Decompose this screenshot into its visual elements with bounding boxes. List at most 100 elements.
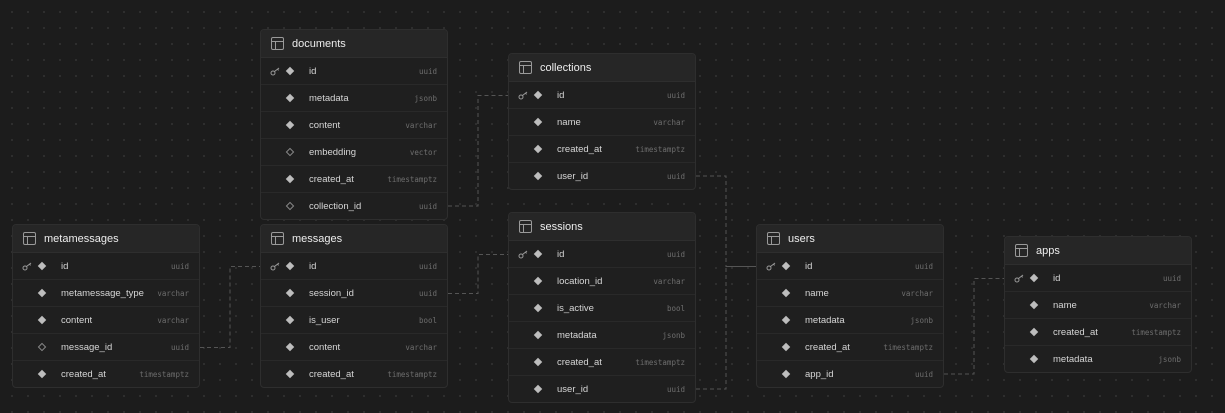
column-row-session-id[interactable]: session_id uuid [261, 280, 447, 307]
filled-diamond-icon [284, 112, 295, 138]
column-row-metadata[interactable]: metadata jsonb [509, 322, 695, 349]
column-row-id[interactable]: id uuid [1005, 265, 1191, 292]
column-name: id [805, 260, 813, 272]
column-type: uuid [418, 66, 437, 76]
filled-diamond-icon [532, 268, 543, 294]
filled-diamond-icon [780, 334, 791, 360]
column-row-is-user[interactable]: is_user bool [261, 307, 447, 334]
key-slot [765, 334, 778, 360]
filled-diamond-icon [284, 280, 295, 306]
column-name: name [805, 287, 829, 299]
key-slot [517, 136, 530, 162]
column-row-created-at[interactable]: created_at timestamptz [261, 166, 447, 193]
table-grid-icon [519, 61, 532, 74]
column-name: content [309, 119, 341, 131]
column-type: uuid [914, 261, 933, 271]
key-slot [269, 112, 282, 138]
column-row-name[interactable]: name varchar [509, 109, 695, 136]
column-row-id[interactable]: id uuid [509, 241, 695, 268]
column-name: id [557, 89, 565, 101]
filled-diamond-icon [780, 280, 791, 306]
column-row-id[interactable]: id uuid [261, 58, 447, 85]
column-row-created-at[interactable]: created_at timestamptz [1005, 319, 1191, 346]
column-row-content[interactable]: content varchar [13, 307, 199, 334]
column-row-message-id[interactable]: message_id uuid [13, 334, 199, 361]
column-row-id[interactable]: id uuid [261, 253, 447, 280]
column-row-is-active[interactable]: is_active bool [509, 295, 695, 322]
table-header[interactable]: collections [509, 54, 695, 82]
table-header[interactable]: users [757, 225, 943, 253]
column-name: created_at [805, 341, 850, 353]
column-row-created-at[interactable]: created_at timestamptz [509, 136, 695, 163]
table-collections[interactable]: collections id uuid name varchar created_at t… [508, 53, 696, 190]
key-slot [269, 361, 282, 387]
column-row-name[interactable]: name varchar [757, 280, 943, 307]
table-metamessages[interactable]: metamessages id uuid metamessage_type varch… [12, 224, 200, 388]
column-row-created-at[interactable]: created_at timestamptz [261, 361, 447, 387]
table-apps[interactable]: apps id uuid name varchar created_at timestam… [1004, 236, 1192, 373]
table-header[interactable]: apps [1005, 237, 1191, 265]
column-type: timestamptz [139, 369, 189, 379]
key-slot [1013, 319, 1026, 345]
table-name: documents [292, 37, 346, 50]
key-icon [1013, 265, 1026, 291]
table-header[interactable]: sessions [509, 213, 695, 241]
column-row-metadata[interactable]: metadata jsonb [261, 85, 447, 112]
column-row-metadata[interactable]: metadata jsonb [757, 307, 943, 334]
filled-diamond-icon [532, 136, 543, 162]
key-slot [21, 280, 34, 306]
table-name: apps [1036, 244, 1060, 257]
column-row-location-id[interactable]: location_id varchar [509, 268, 695, 295]
column-row-created-at[interactable]: created_at timestamptz [13, 361, 199, 387]
relation-line-sessions-user-id [696, 266, 756, 390]
column-type: timestamptz [635, 357, 685, 367]
table-sessions[interactable]: sessions id uuid location_id varchar is_acti… [508, 212, 696, 403]
column-row-content[interactable]: content varchar [261, 334, 447, 361]
column-row-created-at[interactable]: created_at timestamptz [757, 334, 943, 361]
outline-diamond-icon [284, 193, 295, 219]
column-type: varchar [653, 276, 685, 286]
column-row-id[interactable]: id uuid [13, 253, 199, 280]
table-header[interactable]: metamessages [13, 225, 199, 253]
column-row-user-id[interactable]: user_id uuid [509, 376, 695, 402]
column-name: metadata [1053, 353, 1093, 365]
filled-diamond-icon [36, 280, 47, 306]
column-row-metamessage-type[interactable]: metamessage_type varchar [13, 280, 199, 307]
column-name: user_id [557, 170, 589, 182]
table-grid-icon [767, 232, 780, 245]
filled-diamond-icon [532, 322, 543, 348]
key-slot [765, 361, 778, 387]
column-row-app-id[interactable]: app_id uuid [757, 361, 943, 387]
column-row-embedding[interactable]: embedding vector [261, 139, 447, 166]
table-messages[interactable]: messages id uuid session_id uuid is_user bool… [260, 224, 448, 388]
column-row-content[interactable]: content varchar [261, 112, 447, 139]
filled-diamond-icon [36, 361, 47, 387]
table-header[interactable]: documents [261, 30, 447, 58]
column-name: id [309, 260, 317, 272]
column-row-id[interactable]: id uuid [757, 253, 943, 280]
relation-line-users-app-id [944, 278, 1004, 375]
column-row-name[interactable]: name varchar [1005, 292, 1191, 319]
column-type: uuid [914, 369, 933, 379]
table-grid-icon [1015, 244, 1028, 257]
column-type: uuid [666, 90, 685, 100]
relation-line-messages-session-id [448, 254, 508, 294]
key-slot [269, 307, 282, 333]
column-row-user-id[interactable]: user_id uuid [509, 163, 695, 189]
outline-diamond-icon [36, 334, 47, 360]
column-name: created_at [557, 356, 602, 368]
column-name: message_id [61, 341, 113, 353]
column-row-id[interactable]: id uuid [509, 82, 695, 109]
table-header[interactable]: messages [261, 225, 447, 253]
column-name: metadata [805, 314, 845, 326]
column-type: varchar [157, 315, 189, 325]
column-name: created_at [61, 368, 106, 380]
table-documents[interactable]: documents id uuid metadata jsonb content varc… [260, 29, 448, 220]
key-slot [21, 307, 34, 333]
key-icon [21, 253, 34, 279]
column-row-metadata[interactable]: metadata jsonb [1005, 346, 1191, 372]
column-row-collection-id[interactable]: collection_id uuid [261, 193, 447, 219]
column-row-created-at[interactable]: created_at timestamptz [509, 349, 695, 376]
table-users[interactable]: users id uuid name varchar metadata jsonb crea… [756, 224, 944, 388]
column-name: content [61, 314, 93, 326]
